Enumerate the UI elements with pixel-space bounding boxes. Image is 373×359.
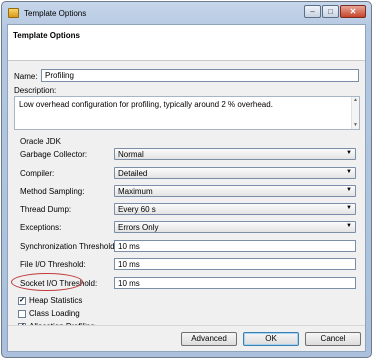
- heap-statistics-checkbox[interactable]: ✓ Heap Statistics: [18, 296, 82, 305]
- compiler-label: Compiler:: [20, 169, 55, 178]
- maximize-button[interactable]: □: [322, 5, 339, 18]
- dialog-body: Template Options Name: Profiling Descrip…: [7, 24, 366, 352]
- chevron-down-icon: ▼: [346, 169, 352, 175]
- scroll-up-icon[interactable]: ▲: [352, 97, 359, 104]
- exceptions-value: Errors Only: [118, 223, 159, 232]
- exceptions-label: Exceptions:: [20, 223, 62, 232]
- button-bar: Advanced OK Cancel: [8, 325, 365, 351]
- chevron-down-icon: ▼: [346, 223, 352, 229]
- scroll-down-icon[interactable]: ▼: [352, 122, 359, 129]
- method-sampling-value: Maximum: [118, 187, 153, 196]
- socket-io-threshold-input[interactable]: 10 ms: [114, 277, 356, 289]
- garbage-collector-select[interactable]: Normal ▼: [114, 148, 356, 160]
- page-title: Template Options: [13, 31, 80, 40]
- class-loading-checkbox[interactable]: Class Loading: [18, 309, 80, 318]
- ok-button[interactable]: OK: [243, 332, 299, 346]
- dialog-header: Template Options: [8, 25, 365, 61]
- checkbox-box[interactable]: ✓: [18, 296, 26, 305]
- exceptions-select[interactable]: Errors Only ▼: [114, 221, 356, 233]
- thread-dump-label: Thread Dump:: [20, 205, 72, 214]
- thread-dump-value: Every 60 s: [118, 205, 156, 214]
- template-options-window: Template Options – □ ✕ Template Options …: [1, 1, 372, 358]
- app-icon: [8, 8, 19, 18]
- jvm-section-label: Oracle JDK: [20, 137, 61, 146]
- window-title: Template Options: [24, 9, 87, 18]
- chevron-down-icon: ▼: [346, 205, 352, 211]
- maximize-icon: □: [328, 7, 333, 16]
- chevron-down-icon: ▼: [346, 150, 352, 156]
- window-controls: – □ ✕: [303, 5, 366, 18]
- minimize-button[interactable]: –: [304, 5, 321, 18]
- checkmark-icon: ✓: [19, 296, 25, 304]
- minimize-icon: –: [310, 7, 315, 16]
- file-io-threshold-label: File I/O Threshold:: [20, 260, 86, 269]
- advanced-button[interactable]: Advanced: [181, 332, 237, 346]
- name-label: Name:: [14, 72, 38, 81]
- file-io-threshold-input[interactable]: 10 ms: [114, 258, 356, 270]
- checkbox-box[interactable]: [18, 309, 26, 318]
- method-sampling-label: Method Sampling:: [20, 187, 85, 196]
- description-scrollbar[interactable]: ▲ ▼: [351, 97, 359, 129]
- close-icon: ✕: [349, 7, 357, 16]
- method-sampling-select[interactable]: Maximum ▼: [114, 185, 356, 197]
- compiler-select[interactable]: Detailed ▼: [114, 167, 356, 179]
- description-label: Description:: [14, 86, 57, 95]
- title-bar[interactable]: Template Options – □ ✕: [2, 2, 371, 24]
- thread-dump-select[interactable]: Every 60 s ▼: [114, 203, 356, 215]
- close-button[interactable]: ✕: [340, 5, 366, 18]
- chevron-down-icon: ▼: [346, 187, 352, 193]
- description-text: Low overhead configuration for profiling…: [19, 100, 273, 109]
- heap-statistics-label: Heap Statistics: [29, 296, 83, 305]
- highlight-annotation: [11, 273, 83, 291]
- sync-threshold-label: Synchronization Threshold:: [20, 242, 117, 251]
- name-input[interactable]: Profiling: [41, 69, 359, 82]
- description-textarea[interactable]: Low overhead configuration for profiling…: [14, 96, 360, 130]
- compiler-value: Detailed: [118, 169, 148, 178]
- garbage-collector-label: Garbage Collector:: [20, 150, 88, 159]
- garbage-collector-value: Normal: [118, 150, 144, 159]
- class-loading-label: Class Loading: [29, 309, 80, 318]
- cancel-button[interactable]: Cancel: [305, 332, 361, 346]
- sync-threshold-input[interactable]: 10 ms: [114, 240, 356, 252]
